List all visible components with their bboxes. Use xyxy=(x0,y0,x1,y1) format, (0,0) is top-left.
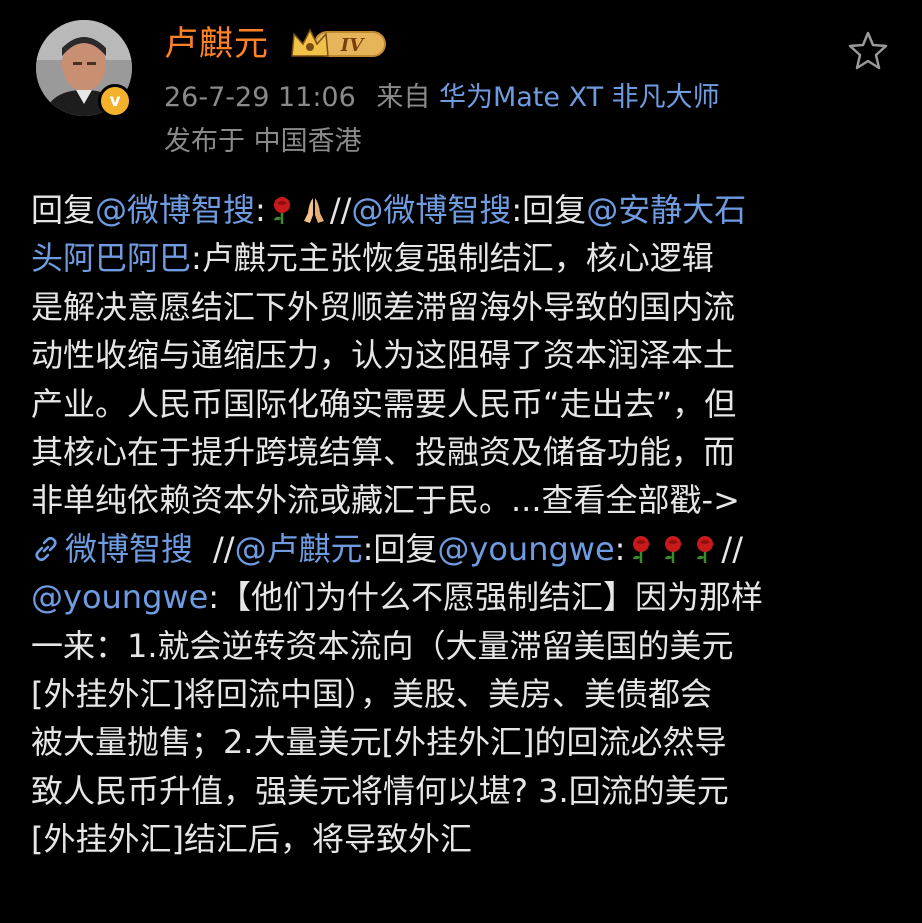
post-text: : xyxy=(255,191,266,229)
post-text: // xyxy=(721,529,743,568)
rose-icon xyxy=(665,535,682,563)
post-text: // xyxy=(329,191,352,229)
vip-level: IV xyxy=(340,35,365,56)
post-text: :回复 xyxy=(511,191,587,229)
post-source-link[interactable]: 华为Mate XT 非凡大师 xyxy=(439,82,720,113)
post-line-7[interactable]: 非单纯依赖资本外流或藏汇于民。...查看全部戳-> xyxy=(31,476,893,524)
rose-icon xyxy=(273,197,290,224)
post-body: 回复@微博智搜://@微博智搜:回复@安静大石 头阿巴阿巴:卢麒元主张恢复强制结… xyxy=(31,186,893,863)
mention-link[interactable]: @youngwe xyxy=(31,578,208,616)
post-text: :卢麒元主张恢复强制结汇，核心逻辑 xyxy=(191,239,714,278)
reply-text: 回复 xyxy=(31,191,96,229)
post-line-13: 致人民币升值，强美元将情何以堪? 3.回流的美元 xyxy=(31,771,729,810)
post-line-14: [外挂外汇]结汇后，将导致外汇 xyxy=(31,820,472,859)
mention-link[interactable]: @微博智搜 xyxy=(95,191,255,229)
source-prefix: 来自 xyxy=(376,82,431,113)
mention-link[interactable]: @微博智搜 xyxy=(351,191,511,229)
post-line-5: 产业。人民币国际化确实需要人民币“走出去”，但 xyxy=(31,384,737,423)
mention-link[interactable]: @安静大石 xyxy=(586,191,746,229)
post-line-12: 被大量抛售；2.大量美元[外挂外汇]的回流必然导 xyxy=(31,723,727,762)
mention-link[interactable]: 头阿巴阿巴 xyxy=(31,239,191,277)
mention-link[interactable]: @卢麒元 xyxy=(235,530,363,568)
folded-hands-icon xyxy=(303,198,324,223)
post-line-4: 动性收缩与通缩压力，认为这阻碍了资本润泽本土 xyxy=(31,336,736,375)
mention-link[interactable]: @youngwe xyxy=(437,530,614,568)
post-location: 发布于 中国香港 xyxy=(164,126,362,157)
link-chain-icon xyxy=(35,536,57,561)
verified-badge-label: v xyxy=(109,91,121,111)
verified-badge: v xyxy=(98,84,132,118)
post-line-10: 一来：1.就会逆转资本流向（大量滞留美国的美元 xyxy=(31,626,734,665)
post-timestamp: 26-7-29 11:06 xyxy=(164,82,356,113)
rose-icon xyxy=(697,535,714,563)
weibo-search-link[interactable]: 微博智搜 xyxy=(65,530,193,568)
post-line-3: 是解决意愿结汇下外贸顺差滞留海外导致的国内流 xyxy=(31,287,736,326)
post-text: // xyxy=(213,529,235,568)
post-line-1: 回复@微博智搜://@微博智搜:回复@安静大石 xyxy=(31,186,893,234)
post-line-2: 头阿巴阿巴:卢麒元主张恢复强制结汇，核心逻辑 xyxy=(31,234,893,282)
post-text: :【他们为什么不愿强制结汇】因为那样 xyxy=(208,578,764,617)
post-line-8: 微博智搜//@卢麒元:回复@youngwe:// xyxy=(31,525,893,573)
post-meta: 26-7-29 11:06 来自 华为Mate XT 非凡大师 xyxy=(164,80,720,116)
username[interactable]: 卢麒元 xyxy=(164,22,269,66)
star-outline-icon[interactable] xyxy=(846,28,890,72)
post-line-9: @youngwe:【他们为什么不愿强制结汇】因为那样 xyxy=(31,573,893,621)
post-line-11: [外挂外汇]将回流中国），美股、美房、美债都会 xyxy=(31,674,712,713)
post-text: :回复 xyxy=(362,529,438,568)
post-text: : xyxy=(614,529,626,568)
vip-crown-badge: IV xyxy=(291,28,386,57)
post-line-6: 其核心在于提升跨境结算、投融资及储备功能，而 xyxy=(31,432,736,471)
rose-icon xyxy=(633,535,650,563)
